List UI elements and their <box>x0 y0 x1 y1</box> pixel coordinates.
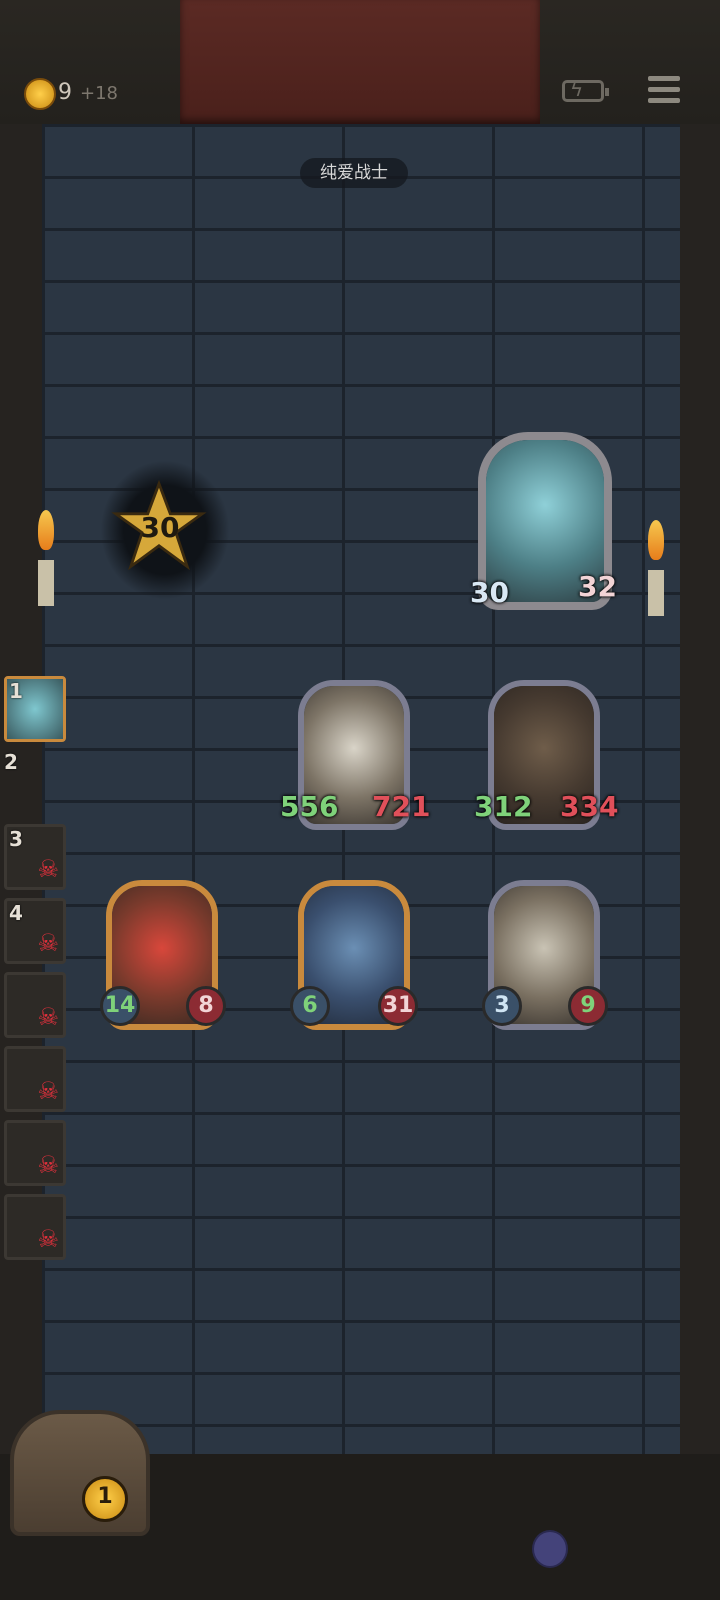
coin-bonus: +18 <box>80 83 118 104</box>
skull-icon: ☠ <box>37 855 59 883</box>
dungeon-door <box>180 0 540 124</box>
enemy-attack: 556 <box>280 790 339 823</box>
torch-flame-icon <box>38 510 54 550</box>
hero-health: 32 <box>578 570 617 603</box>
enemy-health: 31 <box>378 986 418 1026</box>
shield-icon[interactable] <box>532 1530 568 1568</box>
queue-slot-defeated[interactable]: ☠ <box>4 1046 66 1112</box>
coin-count: 9 <box>58 80 72 105</box>
queue-slot-defeated[interactable]: ☠ <box>4 972 66 1038</box>
star-counter: 30 <box>140 511 180 544</box>
skull-icon: ☠ <box>37 1077 59 1105</box>
torch-holder <box>648 570 664 616</box>
queue-number: 4 <box>9 901 23 925</box>
queue-number: 1 <box>9 679 23 703</box>
chest-count: 1 <box>82 1476 128 1522</box>
skull-icon: ☠ <box>37 1151 59 1179</box>
queue-slot-defeated[interactable]: ☠ <box>4 1194 66 1260</box>
lightning-icon: ϟ <box>570 77 584 101</box>
enemy-health: 721 <box>372 790 431 823</box>
queue-slot-active[interactable]: 1 <box>4 676 66 742</box>
right-pillar <box>680 124 720 1454</box>
torch-holder <box>38 560 54 606</box>
enemy-health: 334 <box>560 790 619 823</box>
skull-icon: ☠ <box>37 1225 59 1253</box>
torch-flame-icon <box>648 520 664 560</box>
chest-icon[interactable] <box>10 1410 150 1536</box>
coin-icon <box>24 78 56 110</box>
enemy-health: 9 <box>568 986 608 1026</box>
queue-number: 2 <box>4 750 18 774</box>
enemy-attack: 312 <box>474 790 533 823</box>
queue-slot-defeated[interactable]: 3 ☠ <box>4 824 66 890</box>
queue-slot[interactable]: 2 <box>4 750 18 774</box>
menu-icon[interactable] <box>648 76 680 106</box>
page-title: 纯爱战士 <box>300 158 408 188</box>
enemy-attack: 14 <box>100 986 140 1026</box>
enemy-attack: 6 <box>290 986 330 1026</box>
skull-icon: ☠ <box>37 929 59 957</box>
queue-slot-defeated[interactable]: ☠ <box>4 1120 66 1186</box>
enemy-attack: 3 <box>482 986 522 1026</box>
hero-attack: 30 <box>470 576 509 609</box>
queue-number: 3 <box>9 827 23 851</box>
skull-icon: ☠ <box>37 1003 59 1031</box>
queue-slot-defeated[interactable]: 4 ☠ <box>4 898 66 964</box>
enemy-health: 8 <box>186 986 226 1026</box>
